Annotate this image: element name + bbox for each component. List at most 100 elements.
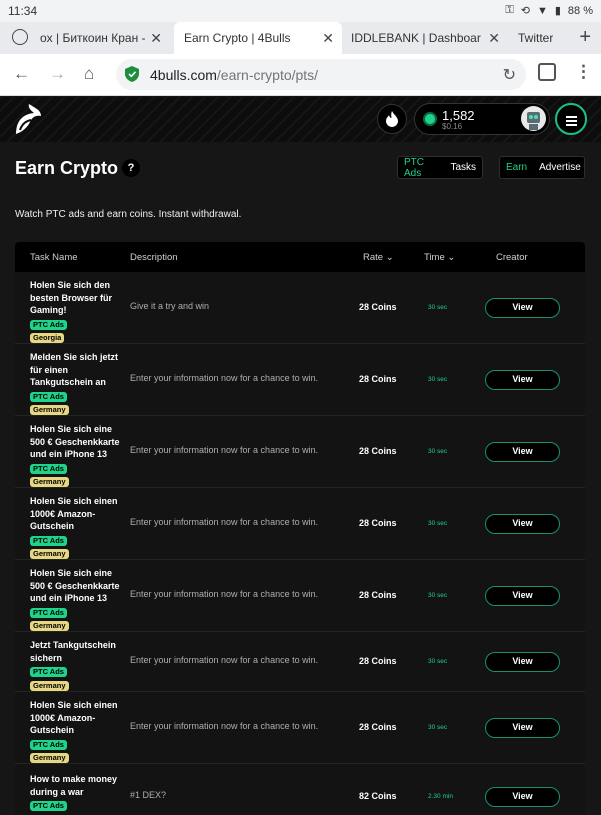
view-button[interactable]: View	[485, 718, 560, 738]
page-content: Earn Crypto ? PTC Ads Tasks Earn Adverti…	[0, 142, 601, 815]
task-name-cell: Holen Sie sich den besten Browser für Ga…	[30, 279, 126, 344]
tab-bitcoin-faucet[interactable]: ox | Биткоин Кран - Би ✕	[0, 22, 170, 54]
table-header: Task Name Description Rate ⌄ Time ⌄ Crea…	[15, 242, 585, 272]
tab-iddlebank[interactable]: IDDLEBANK | Dashboard ✕	[343, 22, 508, 54]
battery-level: 88 %	[567, 4, 593, 17]
table-row: Holen Sie sich einen 1000€ Amazon-Gutsch…	[15, 692, 585, 764]
task-time: 30 sec	[428, 724, 448, 731]
earn-tab[interactable]: Earn	[500, 162, 533, 173]
view-button[interactable]: View	[485, 652, 560, 672]
secure-shield-icon	[125, 66, 139, 82]
tab-switcher-icon[interactable]	[538, 63, 556, 81]
address-bar[interactable]: 4bulls.com/earn-crypto/pts/ ↻	[116, 59, 526, 90]
task-name: Holen Sie sich eine 500 € Geschenkkarte …	[30, 568, 120, 603]
clock: 11:34	[8, 4, 38, 18]
task-rate: 28 Coins	[359, 722, 397, 732]
task-time: 30 sec	[428, 304, 448, 311]
column-time[interactable]: Time ⌄	[424, 252, 455, 263]
table-row: Holen Sie sich eine 500 € Geschenkkarte …	[15, 560, 585, 632]
ptc-ads-tab[interactable]: PTC Ads	[398, 157, 444, 179]
ptc-ads-badge: PTC Ads	[30, 739, 67, 750]
coin-icon	[423, 112, 437, 126]
column-task-name: Task Name	[30, 252, 78, 263]
forward-icon[interactable]: →	[49, 64, 66, 84]
close-tab-icon[interactable]: ✕	[150, 30, 162, 47]
country-badge: Germany	[30, 549, 69, 559]
task-description: Enter your information now for a chance …	[130, 589, 319, 599]
country-badge: Germany	[30, 621, 69, 631]
task-name-cell: Melden Sie sich jetzt für einen Tankguts…	[30, 351, 126, 416]
table-row: Melden Sie sich jetzt für einen Tankguts…	[15, 344, 585, 416]
task-name-cell: Jetzt Tankgutschein sichern PTC Ads German…	[30, 639, 126, 691]
table-row: Holen Sie sich den besten Browser für Ga…	[15, 272, 585, 344]
fire-icon	[386, 111, 398, 127]
task-time: 2.30 min	[428, 793, 453, 800]
table-row: Holen Sie sich eine 500 € Geschenkkarte …	[15, 416, 585, 488]
ptc-ads-badge: PTC Ads	[30, 607, 67, 618]
wifi-icon: ▼	[536, 4, 548, 17]
advertise-tab[interactable]: Advertise	[533, 162, 587, 173]
home-icon[interactable]: ⌂	[84, 64, 94, 84]
key-icon: ⚿	[505, 4, 514, 16]
tasks-table: Task Name Description Rate ⌄ Time ⌄ Crea…	[15, 242, 585, 815]
task-name-cell: Holen Sie sich eine 500 € Geschenkkarte …	[30, 567, 126, 632]
country-badge: Germany	[30, 753, 69, 763]
task-name: Holen Sie sich eine 500 € Geschenkkarte …	[30, 424, 120, 459]
ptc-ads-badge: PTC Ads	[30, 667, 67, 677]
ptc-ads-badge: PTC Ads	[30, 463, 67, 474]
ptc-ads-badge: PTC Ads	[30, 535, 67, 546]
task-description: Enter your information now for a chance …	[130, 721, 319, 731]
avatar[interactable]	[521, 106, 546, 131]
new-tab-icon[interactable]: +	[579, 26, 591, 49]
task-name-cell: Holen Sie sich einen 1000€ Amazon-Gutsch…	[30, 699, 126, 764]
tasks-tab[interactable]: Tasks	[444, 162, 482, 173]
tab-twitter[interactable]: Twitter	[510, 22, 565, 54]
streak-button[interactable]	[377, 104, 407, 134]
view-button[interactable]: View	[485, 298, 560, 318]
back-icon[interactable]: ←	[13, 64, 30, 84]
hamburger-icon	[566, 116, 577, 118]
task-rate: 28 Coins	[359, 302, 397, 312]
main-menu-button[interactable]	[555, 103, 587, 135]
robot-avatar-icon	[527, 112, 540, 130]
view-button[interactable]: View	[485, 442, 560, 462]
close-tab-icon[interactable]: ✕	[488, 30, 500, 47]
view-button[interactable]: View	[485, 514, 560, 534]
column-creator: Creator	[496, 252, 528, 263]
tab-earn-crypto[interactable]: Earn Crypto | 4Bulls ✕	[174, 22, 342, 54]
view-button[interactable]: View	[485, 370, 560, 390]
task-name: Jetzt Tankgutschein sichern	[30, 640, 116, 663]
task-description: #1 DEX?	[130, 790, 167, 800]
balance-usd: $0.16	[442, 122, 463, 131]
close-tab-icon[interactable]: ✕	[322, 30, 334, 47]
task-name: Holen Sie sich einen 1000€ Amazon-Gutsch…	[30, 496, 118, 531]
account-circle-icon	[12, 29, 28, 45]
battery-icon: ▮	[554, 5, 561, 17]
table-body: Holen Sie sich den besten Browser für Ga…	[15, 272, 585, 815]
browser-toolbar: ← → ⌂ 4bulls.com/earn-crypto/pts/ ↻ ⋮	[0, 54, 601, 96]
task-name: Melden Sie sich jetzt für einen Tankguts…	[30, 352, 119, 387]
earn-advertise-toggle: Earn Advertise	[499, 156, 585, 179]
task-time: 30 sec	[428, 658, 448, 665]
column-rate[interactable]: Rate ⌄	[363, 252, 394, 263]
task-name: How to make money during a war	[30, 774, 118, 797]
task-time: 30 sec	[428, 376, 448, 383]
reload-icon[interactable]: ↻	[503, 65, 516, 85]
sort-chevron-icon: ⌄	[385, 252, 394, 263]
task-rate: 28 Coins	[359, 656, 397, 666]
view-button[interactable]: View	[485, 586, 560, 606]
country-badge: Germany	[30, 477, 69, 487]
task-time: 30 sec	[428, 592, 448, 599]
overflow-menu-icon[interactable]: ⋮	[575, 62, 592, 82]
tab-strip: ox | Биткоин Кран - Би ✕ Earn Crypto | 4…	[0, 22, 601, 54]
bull-logo-icon[interactable]	[14, 104, 42, 136]
ad-type-toggle: PTC Ads Tasks	[397, 156, 483, 179]
column-description: Description	[130, 252, 178, 263]
task-description: Enter your information now for a chance …	[130, 445, 319, 455]
task-name: Holen Sie sich einen 1000€ Amazon-Gutsch…	[30, 700, 118, 735]
system-status-bar: 11:34 ⚿ ⟲ ▼ ▮ 88 %	[0, 0, 601, 22]
country-badge: Germany	[30, 680, 69, 691]
country-badge: Germany	[30, 405, 69, 415]
help-button[interactable]: ?	[122, 159, 140, 177]
view-button[interactable]: View	[485, 787, 560, 807]
